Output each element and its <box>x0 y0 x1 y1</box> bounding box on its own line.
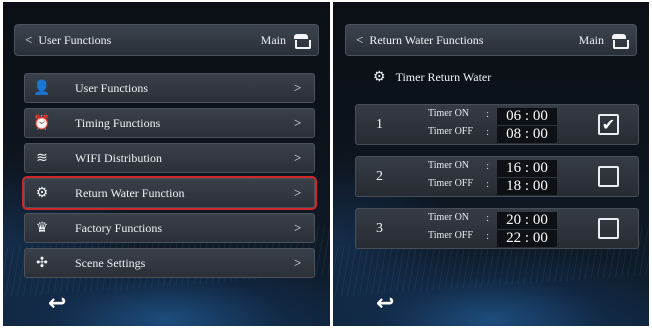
timer-on-label: Timer ON <box>428 160 470 171</box>
menu-item-user-functions[interactable]: 👤 User Functions > <box>24 73 315 103</box>
separator: : <box>486 212 490 224</box>
menu-item-wifi-distribution[interactable]: ≋ WIFI Distribution > <box>24 143 315 173</box>
timer-index: 3 <box>376 221 383 236</box>
timer-off-value[interactable]: 08 : 00 <box>497 126 557 143</box>
timer-off-label: Timer OFF <box>428 230 473 241</box>
chevron-right-icon: > <box>294 80 302 95</box>
menu-item-label: Scene Settings <box>75 255 146 270</box>
separator: : <box>486 178 490 190</box>
user-functions-screen: < User Functions Main 👤 User Functions >… <box>3 2 330 326</box>
timer-row: 1 Timer ON : 06 : 00 Timer OFF : 08 : 00… <box>355 104 639 145</box>
timer-index: 1 <box>376 117 383 132</box>
back-chevron-icon[interactable]: < <box>25 32 32 48</box>
timer-off-label: Timer OFF <box>428 126 473 137</box>
menu-item-label: Timing Functions <box>75 115 161 130</box>
header-bar: < User Functions Main <box>14 24 319 56</box>
timer-on-value[interactable]: 16 : 00 <box>497 160 557 177</box>
timer-off-value[interactable]: 22 : 00 <box>497 230 557 247</box>
main-label: Main <box>260 32 286 47</box>
return-water-functions-screen: < Return Water Functions Main ⚙ Timer Re… <box>333 2 649 326</box>
timer-enable-checkbox[interactable] <box>598 166 619 187</box>
wifi-icon: ≋ <box>36 150 48 166</box>
timer-on-label: Timer ON <box>428 212 470 223</box>
timer-off-label: Timer OFF <box>428 178 473 189</box>
menu-item-timing-functions[interactable]: ⏰ Timing Functions > <box>24 108 315 138</box>
main-button[interactable]: Main <box>260 32 311 49</box>
chevron-right-icon: > <box>294 185 302 200</box>
timer-index: 2 <box>376 169 383 184</box>
timer-enable-checkbox[interactable] <box>598 218 619 239</box>
timer-row: 3 Timer ON : 20 : 00 Timer OFF : 22 : 00 <box>355 208 639 249</box>
chevron-right-icon: > <box>294 220 302 235</box>
menu-item-label: Factory Functions <box>75 220 162 235</box>
return-icon[interactable]: ↩ <box>376 291 394 316</box>
return-icon[interactable]: ↩ <box>48 291 66 316</box>
home-icon <box>294 33 311 49</box>
main-button[interactable]: Main <box>578 32 629 49</box>
menu-item-label: WIFI Distribution <box>75 150 162 165</box>
factory-icon: ♛ <box>35 220 49 236</box>
menu-item-scene-settings[interactable]: ✣ Scene Settings > <box>24 248 315 278</box>
scene-icon: ✣ <box>36 255 48 271</box>
pump-icon: ⚙ <box>35 185 49 201</box>
timer-on-value[interactable]: 06 : 00 <box>497 108 557 125</box>
header-title: Return Water Functions <box>369 32 484 47</box>
header-title: User Functions <box>38 32 112 47</box>
menu-item-factory-functions[interactable]: ♛ Factory Functions > <box>24 213 315 243</box>
chevron-right-icon: > <box>294 115 302 130</box>
user-icon: 👤 <box>33 80 51 96</box>
pump-icon: ⚙ <box>373 70 386 85</box>
main-label: Main <box>578 32 604 47</box>
timer-on-value[interactable]: 20 : 00 <box>497 212 557 229</box>
chevron-right-icon: > <box>294 255 302 270</box>
timer-row: 2 Timer ON : 16 : 00 Timer OFF : 18 : 00 <box>355 156 639 197</box>
menu-item-label: Return Water Function <box>75 185 185 200</box>
separator: : <box>486 230 490 242</box>
timer-off-value[interactable]: 18 : 00 <box>497 178 557 195</box>
timer-enable-checkbox[interactable]: ✔ <box>598 114 619 135</box>
home-icon <box>612 33 629 49</box>
timer-on-label: Timer ON <box>428 108 470 119</box>
separator: : <box>486 160 490 172</box>
chevron-right-icon: > <box>294 150 302 165</box>
menu-item-return-water-function[interactable]: ⚙ Return Water Function > <box>22 176 317 210</box>
separator: : <box>486 126 490 138</box>
section-title: ⚙ Timer Return Water <box>373 69 491 86</box>
alarm-clock-icon: ⏰ <box>33 115 51 131</box>
section-title-text: Timer Return Water <box>395 70 492 84</box>
menu-item-label: User Functions <box>75 80 148 95</box>
back-chevron-icon[interactable]: < <box>356 32 363 48</box>
separator: : <box>486 108 490 120</box>
header-bar: < Return Water Functions Main <box>345 24 637 56</box>
